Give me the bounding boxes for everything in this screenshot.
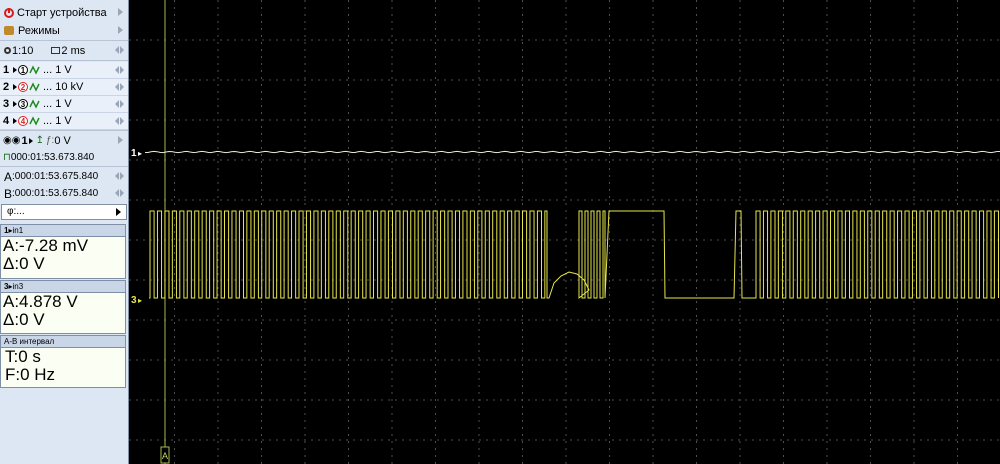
channel-scale-stepper[interactable] [115, 66, 124, 74]
trigger-time: 000:01:53.673.840 [10, 152, 95, 163]
power-icon [4, 7, 14, 18]
divider [0, 60, 128, 61]
cursor-a-stepper[interactable] [115, 172, 124, 180]
divider [0, 130, 128, 131]
trigger-time-row: ⊓ 000:01:53.673.840 [0, 149, 128, 166]
timebase-value[interactable]: 2 ms [61, 45, 85, 57]
dropdown-arrow-icon [116, 208, 121, 216]
coupling-icon[interactable] [29, 116, 41, 126]
channel-scale-stepper[interactable] [115, 117, 124, 125]
modes-item[interactable]: Режимы [0, 22, 128, 39]
cursor-b-label: B [4, 186, 13, 201]
cursor-b-row[interactable]: B: 000:01:53.675.840 [0, 185, 128, 202]
phase-dropdown[interactable]: φ:... [1, 204, 127, 220]
channel-number: 3 [3, 98, 10, 110]
cursor-a-label: A [4, 169, 13, 184]
measurement-box-in3: 3▸in3 A:4.878 V Δ:0 V [0, 280, 126, 334]
binoculars-icon: ◉◉ [3, 135, 21, 146]
channel-scale[interactable]: ... 1 V [43, 64, 72, 76]
measurement-a-value: A:4.878 V [3, 292, 78, 311]
scope-display[interactable]: A 1 ▸ 3 ▸ [129, 0, 1000, 464]
channel-arrow-icon [13, 84, 17, 90]
channel-scale[interactable]: ... 1 V [43, 98, 72, 110]
expand-arrow-icon [118, 8, 123, 16]
coupling-icon[interactable] [29, 65, 41, 75]
cursor-a-marker: A [162, 451, 168, 461]
channel-off-icon[interactable]: 2 [18, 82, 28, 92]
interval-f-value: F:0 Hz [5, 365, 56, 384]
channel-3-arrow-icon: ▸ [138, 296, 142, 305]
channel-row-1[interactable]: 1 1 ... 1 V [0, 62, 128, 79]
magnifier-icon[interactable] [4, 47, 11, 54]
trigger-row[interactable]: ◉◉ 1 ↥ ƒ: 0 V [0, 132, 128, 149]
channel-arrow-icon [13, 67, 17, 73]
channel-3-marker[interactable]: 3 [131, 295, 137, 306]
trigger-arrow-icon [28, 137, 33, 144]
scope-background [129, 0, 1000, 464]
zoom-value[interactable]: 1:10 [12, 45, 33, 57]
timebase-icon[interactable] [51, 47, 61, 54]
zoom-timebase-row: 1:10 2 ms [0, 42, 128, 59]
channel-scale[interactable]: ... 10 kV [43, 81, 83, 93]
channel-arrow-icon [13, 101, 17, 107]
channel-row-2[interactable]: 2 2 ... 10 kV [0, 79, 128, 96]
divider [0, 166, 128, 167]
measurement-delta-value: Δ:0 V [3, 310, 45, 329]
channel-badge-icon[interactable]: 1 [18, 65, 28, 75]
trigger-level-icon: ƒ: [45, 135, 55, 146]
channel-arrow-icon [13, 118, 17, 124]
cursor-b-stepper[interactable] [115, 189, 124, 197]
channel-scale[interactable]: ... 1 V [43, 115, 72, 127]
coupling-icon[interactable] [29, 99, 41, 109]
start-device-item[interactable]: Старт устройства [0, 4, 128, 21]
timebase-stepper[interactable] [115, 46, 124, 54]
cursor-a-row[interactable]: A: 000:01:53.675.840 [0, 168, 128, 185]
channel-row-3[interactable]: 3 3 ... 1 V [0, 96, 128, 113]
coupling-icon[interactable] [29, 82, 41, 92]
channel-badge-icon[interactable]: 3 [18, 99, 28, 109]
measurement-delta-value: Δ:0 V [3, 254, 45, 273]
expand-arrow-icon [118, 26, 123, 34]
cursor-a-time[interactable]: 000:01:53.675.840 [15, 171, 98, 182]
channel-scale-stepper[interactable] [115, 100, 124, 108]
interval-box: A-B интервал T:0 s F:0 Hz [0, 335, 126, 388]
measurement-box-in1: 1▸in1 A:-7.28 mV Δ:0 V [0, 224, 126, 279]
modes-label: Режимы [18, 24, 60, 37]
channel-off-icon[interactable]: 4 [18, 116, 28, 126]
start-device-label: Старт устройства [17, 6, 107, 19]
trigger-channel[interactable]: 1 [21, 135, 27, 147]
divider [0, 40, 128, 41]
trigger-level[interactable]: 0 V [54, 135, 71, 147]
channel-number: 2 [3, 81, 10, 93]
channel-scale-stepper[interactable] [115, 83, 124, 91]
trigger-time-icon: ⊓ [3, 152, 11, 163]
modes-icon [4, 26, 14, 35]
trigger-edge-icon[interactable]: ↥ [36, 135, 44, 146]
control-panel: Старт устройства Режимы 1:10 2 ms 1 1 ..… [0, 0, 129, 464]
channel-number: 1 [3, 64, 10, 76]
interval-t-value: T:0 s [5, 347, 41, 366]
phase-label: φ:... [7, 206, 25, 217]
expand-arrow-icon [118, 136, 123, 144]
measurement-a-value: A:-7.28 mV [3, 236, 89, 255]
cursor-b-time[interactable]: 000:01:53.675.840 [15, 188, 98, 199]
channel-number: 4 [3, 115, 10, 127]
channel-1-marker[interactable]: 1 [131, 148, 137, 159]
channel-1-arrow-icon: ▸ [138, 149, 142, 158]
channel-row-4[interactable]: 4 4 ... 1 V [0, 113, 128, 130]
